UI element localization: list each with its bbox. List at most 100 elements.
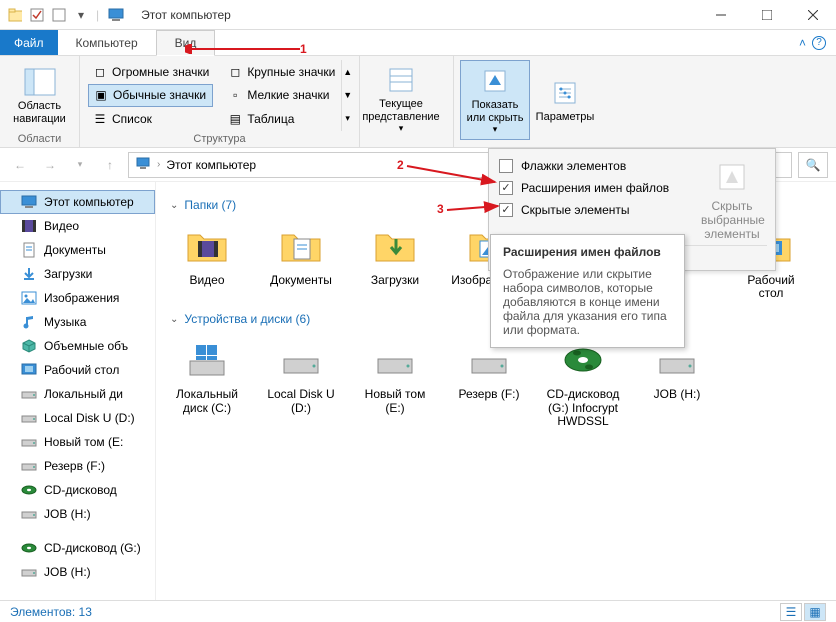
close-button[interactable] bbox=[790, 0, 836, 30]
sidebar-item[interactable]: JOB (H:) bbox=[0, 502, 155, 526]
collapse-ribbon-icon[interactable]: ˄ bbox=[799, 36, 806, 50]
title-bar: ▾ | Этот компьютер bbox=[0, 0, 836, 30]
desktop-icon bbox=[20, 361, 38, 379]
drive-item[interactable]: Новый том (E:) bbox=[358, 336, 432, 428]
annotation-2: 2 bbox=[397, 158, 404, 172]
doc-icon bbox=[20, 241, 38, 259]
sidebar-item[interactable]: Изображения bbox=[0, 286, 155, 310]
sidebar-item[interactable]: Видео bbox=[0, 214, 155, 238]
ribbon: Область навигации Области ◻Огромные знач… bbox=[0, 56, 836, 148]
gallery-up-icon[interactable]: ▲ bbox=[342, 67, 353, 77]
minimize-button[interactable] bbox=[698, 0, 744, 30]
checkbox-icon[interactable] bbox=[499, 181, 513, 195]
dropdown-checkbox-item[interactable]: Флажки элементов bbox=[497, 155, 697, 177]
sidebar-item[interactable]: Новый том (E: bbox=[0, 430, 155, 454]
sidebar-item[interactable]: Этот компьютер bbox=[0, 190, 155, 214]
drive-item[interactable]: JOB (H:) bbox=[640, 336, 714, 428]
gallery-down-icon[interactable]: ▼ bbox=[342, 90, 353, 100]
sidebar-item[interactable]: CD-дисковод bbox=[0, 478, 155, 502]
options-icon bbox=[549, 77, 581, 109]
sidebar-item[interactable]: Объемные объ bbox=[0, 334, 155, 358]
status-bar: Элементов: 13 ☰ ▦ bbox=[0, 600, 836, 622]
maximize-button[interactable] bbox=[744, 0, 790, 30]
pc-icon bbox=[107, 6, 125, 24]
annotation-3: 3 bbox=[437, 202, 444, 216]
drive-item[interactable]: CD-дисковод (G:) Infocrypt HWDSSL bbox=[546, 336, 620, 428]
qat-dropdown-icon[interactable] bbox=[52, 8, 66, 22]
drive-item[interactable]: Локальный диск (C:) bbox=[170, 336, 244, 428]
navigation-pane-button[interactable]: Область навигации bbox=[6, 60, 73, 131]
folder-icon bbox=[371, 222, 419, 270]
breadcrumb[interactable]: Этот компьютер bbox=[166, 158, 256, 172]
gallery-more-icon[interactable]: ▾ bbox=[342, 113, 353, 124]
list-icon: ☰ bbox=[92, 111, 108, 127]
cd-green-icon bbox=[20, 481, 38, 499]
layout-details[interactable]: ▤Таблица bbox=[223, 109, 339, 129]
huge-icons-icon: ◻ bbox=[92, 64, 108, 80]
hide-selected-icon bbox=[714, 159, 750, 195]
chevron-right-icon[interactable]: › bbox=[157, 159, 160, 170]
chevron-down-icon: ⌄ bbox=[170, 200, 178, 211]
sidebar-item[interactable]: Музыка bbox=[0, 310, 155, 334]
tooltip-body: Отображение или скрытие набора символов,… bbox=[503, 267, 672, 337]
drive-icon bbox=[20, 409, 38, 427]
layout-small-icons[interactable]: ▫Мелкие значки bbox=[223, 84, 339, 106]
sidebar-item[interactable]: Рабочий стол bbox=[0, 358, 155, 382]
qat-checkbox-icon[interactable] bbox=[30, 8, 44, 22]
layout-medium-icons[interactable]: ▣Обычные значки bbox=[88, 84, 213, 106]
table-icon: ▤ bbox=[227, 111, 243, 127]
video-icon bbox=[20, 217, 38, 235]
checkbox-icon[interactable] bbox=[499, 159, 513, 173]
current-view-button[interactable]: Текущее представление▾ bbox=[366, 60, 436, 138]
checkbox-icon[interactable] bbox=[499, 203, 513, 217]
ribbon-tabs: Файл Компьютер Вид ˄ ? bbox=[0, 30, 836, 56]
large-icons-icon: ◻ bbox=[227, 64, 243, 80]
sidebar-item[interactable]: CD-дисковод (G:) bbox=[0, 536, 155, 560]
separator: | bbox=[96, 8, 99, 22]
drive-item[interactable]: Local Disk U (D:) bbox=[264, 336, 338, 428]
tab-computer[interactable]: Компьютер bbox=[58, 30, 156, 55]
help-icon[interactable]: ? bbox=[812, 36, 826, 50]
sidebar-item[interactable]: Local Disk U (D:) bbox=[0, 406, 155, 430]
navigation-pane-icon bbox=[24, 66, 56, 98]
folder-item[interactable]: Видео bbox=[170, 222, 244, 300]
current-view-icon bbox=[385, 64, 417, 96]
sidebar-item[interactable]: Документы bbox=[0, 238, 155, 262]
sidebar-item[interactable]: Локальный ди bbox=[0, 382, 155, 406]
tooltip-title: Расширения имен файлов bbox=[503, 245, 672, 259]
options-button[interactable]: Параметры bbox=[530, 60, 600, 140]
forward-button[interactable]: → bbox=[38, 153, 62, 177]
tooltip: Расширения имен файлов Отображение или с… bbox=[490, 234, 685, 348]
drive-item[interactable]: Резерв (F:) bbox=[452, 336, 526, 428]
icons-view-button[interactable]: ▦ bbox=[804, 603, 826, 621]
drive-icon bbox=[20, 433, 38, 451]
drive-icon bbox=[277, 336, 325, 384]
sidebar-item[interactable]: Загрузки bbox=[0, 262, 155, 286]
details-view-button[interactable]: ☰ bbox=[780, 603, 802, 621]
qat-overflow-icon[interactable]: ▾ bbox=[74, 8, 88, 22]
pc-icon bbox=[135, 155, 151, 174]
recent-dropdown-icon[interactable]: ▾ bbox=[68, 153, 92, 177]
layout-list[interactable]: ☰Список bbox=[88, 109, 213, 129]
search-icon: 🔍 bbox=[806, 158, 821, 172]
folder-item[interactable]: Загрузки bbox=[358, 222, 432, 300]
chevron-down-icon: ⌄ bbox=[170, 314, 178, 325]
layout-gallery[interactable]: ◻Огромные значки ◻Крупные значки ▣Обычны… bbox=[86, 60, 341, 131]
up-button[interactable]: ↑ bbox=[98, 153, 122, 177]
dropdown-checkbox-item[interactable]: Расширения имен файлов bbox=[497, 177, 697, 199]
sidebar-item[interactable]: Резерв (F:) bbox=[0, 454, 155, 478]
sidebar-item[interactable]: JOB (H:) bbox=[0, 560, 155, 584]
hide-selected-button[interactable]: Скрыть выбранные элементы bbox=[697, 155, 767, 245]
back-button[interactable]: ← bbox=[8, 153, 32, 177]
window-title: Этот компьютер bbox=[141, 8, 231, 22]
folder-icon bbox=[8, 8, 22, 22]
folder-item[interactable]: Документы bbox=[264, 222, 338, 300]
layout-large-icons[interactable]: ◻Крупные значки bbox=[223, 62, 339, 82]
drives-grid: Локальный диск (C:) Local Disk U (D:) Новы… bbox=[170, 336, 822, 428]
show-hide-button[interactable]: Показать или скрыть▾ bbox=[460, 60, 530, 140]
dropdown-checkbox-item[interactable]: Скрытые элементы bbox=[497, 199, 697, 221]
layout-huge-icons[interactable]: ◻Огромные значки bbox=[88, 62, 213, 82]
tab-file[interactable]: Файл bbox=[0, 30, 58, 55]
search-input[interactable]: 🔍 bbox=[798, 152, 828, 178]
tab-view[interactable]: Вид bbox=[156, 30, 216, 56]
